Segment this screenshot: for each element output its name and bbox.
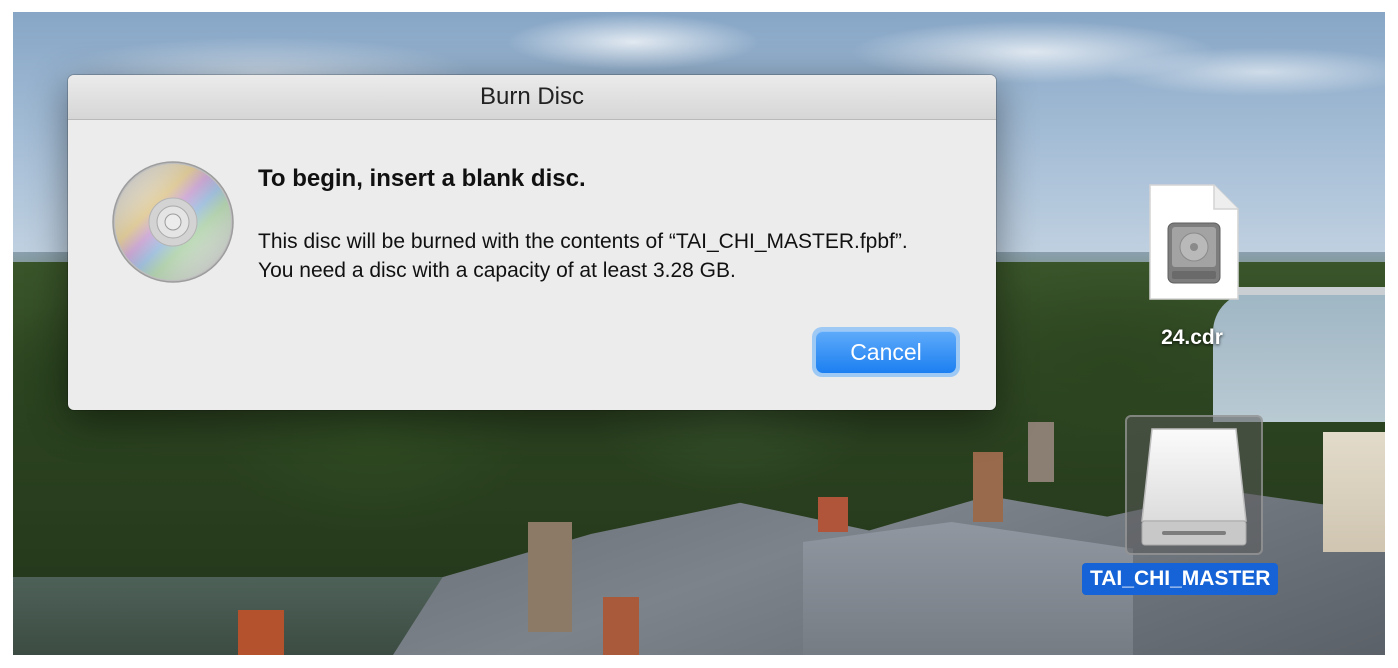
desktop-item-label-selected[interactable]: TAI_CHI_MASTER xyxy=(1082,563,1279,595)
optical-disc-icon xyxy=(112,161,234,283)
cancel-button-label[interactable]: Cancel xyxy=(816,331,956,373)
burn-disc-dialog: Burn Disc To begin, insert a blank disc.… xyxy=(68,75,996,410)
wallpaper-chimney xyxy=(818,497,848,532)
wallpaper-river xyxy=(1213,292,1385,422)
external-drive-icon[interactable] xyxy=(1138,425,1250,549)
screenshot-frame: Burn Disc To begin, insert a blank disc.… xyxy=(0,0,1398,668)
wallpaper-chimney xyxy=(603,597,639,655)
wallpaper-bridge xyxy=(1238,287,1385,295)
dialog-heading: To begin, insert a blank disc. xyxy=(258,165,586,192)
cancel-button[interactable]: Cancel xyxy=(812,327,960,377)
dialog-titlebar: Burn Disc xyxy=(68,75,996,120)
dialog-message: This disc will be burned with the conten… xyxy=(258,230,908,282)
wallpaper-chimney xyxy=(238,610,284,655)
wallpaper-chimney xyxy=(1028,422,1054,482)
wallpaper-chimney xyxy=(973,452,1003,522)
wallpaper-house xyxy=(1323,432,1385,552)
wallpaper-chimney xyxy=(528,522,572,632)
dialog-title: Burn Disc xyxy=(479,83,585,110)
desktop-item-label[interactable]: 24.cdr xyxy=(1120,326,1264,350)
disk-image-document-icon[interactable] xyxy=(1148,183,1240,301)
